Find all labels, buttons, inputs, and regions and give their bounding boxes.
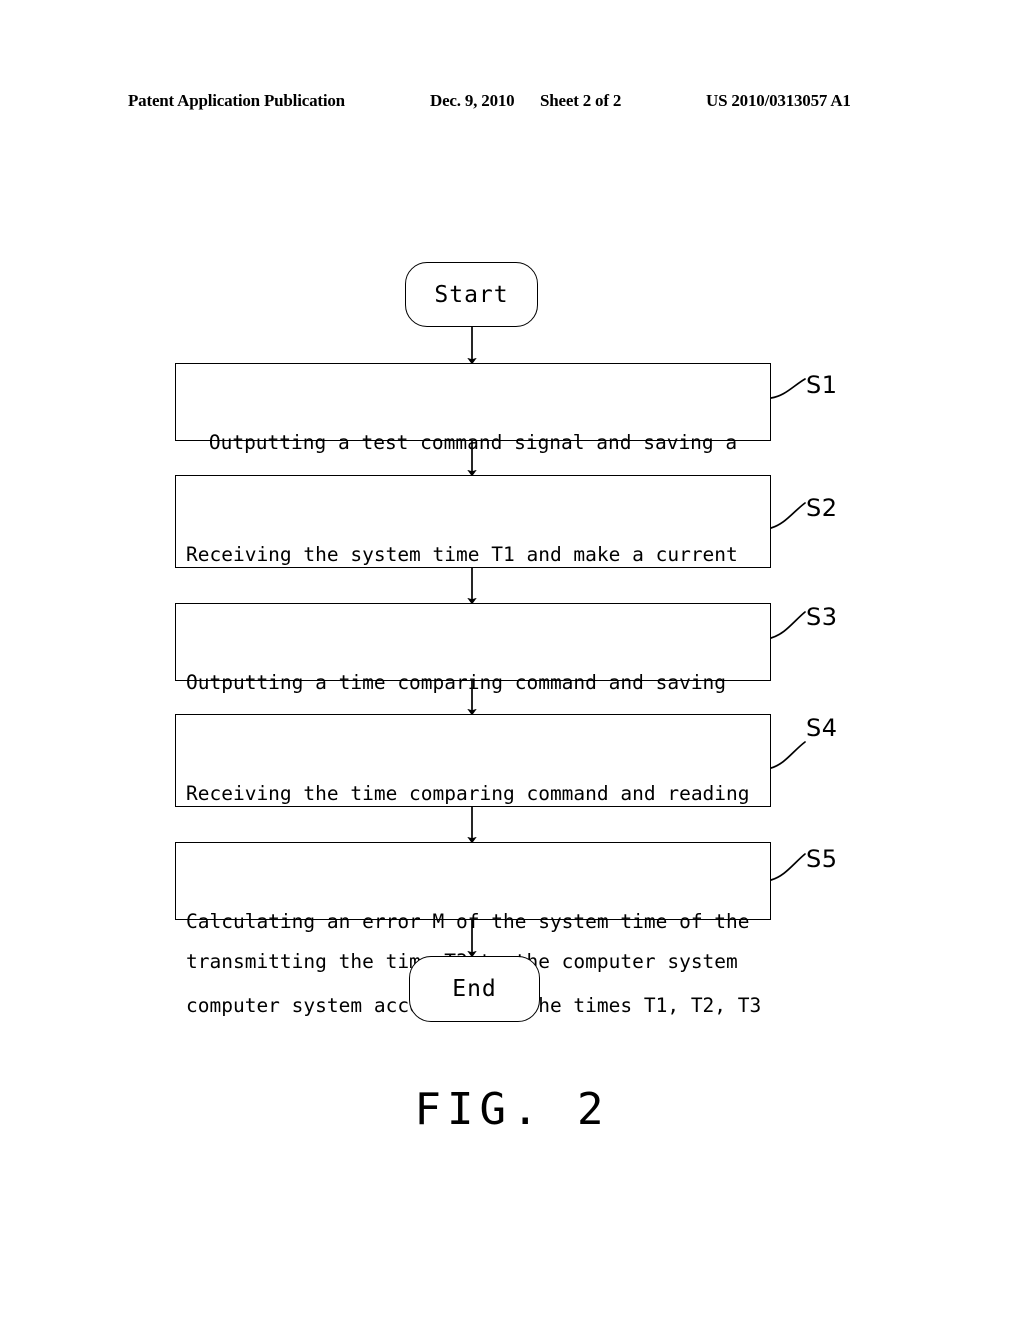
start-node-label: Start (434, 281, 509, 308)
leader-line-s4 (770, 741, 806, 769)
flowchart-step-s1: Outputting a test command signal and sav… (175, 363, 771, 538)
leader-line-s5 (770, 853, 806, 881)
step-reference-label-s2: S2 (806, 494, 838, 522)
flowchart-step-s5: Calculating an error M of the system tim… (175, 842, 771, 1017)
flowchart-step-s2: Receiving the system time T1 and make a … (175, 475, 771, 734)
flowchart-step-s4: Receiving the time comparing command and… (175, 714, 771, 973)
step-s2-line-1: Receiving the system time T1 and make a … (186, 543, 738, 566)
leader-line-s2 (770, 502, 806, 529)
step-s3-line-1: Outputting a time comparing command and … (186, 671, 727, 694)
leader-line-s1 (770, 378, 806, 399)
leader-line-s3 (770, 611, 806, 639)
step-reference-label-s5: S5 (806, 845, 838, 873)
end-node-label: End (452, 976, 497, 1002)
flowchart-node-start: Start (405, 262, 538, 327)
step-s1-line-1: Outputting a test command signal and sav… (208, 431, 738, 454)
figure-2-flowchart: Start Outputting a test command signal a… (0, 0, 1024, 1320)
flowchart-node-end: End (409, 956, 540, 1022)
step-reference-label-s1: S1 (806, 371, 838, 399)
step-s5-line-1: Calculating an error M of the system tim… (186, 910, 750, 933)
step-s4-line-1: Receiving the time comparing command and… (186, 782, 750, 805)
figure-caption: FIG. 2 (414, 1084, 610, 1135)
flowchart-step-s3: Outputting a time comparing command and … (175, 603, 771, 778)
step-reference-label-s4: S4 (806, 714, 838, 742)
step-reference-label-s3: S3 (806, 603, 838, 631)
